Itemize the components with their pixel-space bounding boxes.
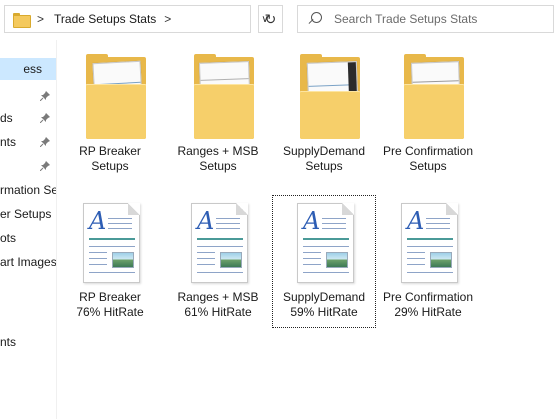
folder-icon <box>70 54 150 144</box>
pin-icon <box>40 137 50 147</box>
folder-label: Pre Confirmation <box>382 144 474 158</box>
breadcrumb-separator-icon[interactable]: > <box>37 12 44 26</box>
address-toolbar: > Trade Setups Stats > ∨ ↻ Search Trade … <box>0 0 554 40</box>
document-icon: A <box>75 200 145 290</box>
breadcrumb-chevron-icon[interactable]: > <box>164 12 171 26</box>
file-item-ranges-msb-hitrate[interactable]: A Ranges + MSB 61% HitRate <box>166 200 270 320</box>
document-icon: A <box>183 200 253 290</box>
nav-item-label: er Setups <box>0 207 52 221</box>
folder-item-rp-breaker[interactable]: RP Breaker Setups <box>58 54 162 174</box>
refresh-icon: ↻ <box>264 10 277 27</box>
folder-item-ranges-msb[interactable]: Ranges + MSB Setups <box>166 54 270 174</box>
pane-divider[interactable] <box>56 40 57 419</box>
nav-item-label: art Images <box>0 255 56 269</box>
breadcrumb-current[interactable]: Trade Setups Stats <box>54 12 156 26</box>
folder-label: Setups <box>305 159 343 173</box>
file-label: RP Breaker <box>79 290 141 304</box>
nav-item[interactable] <box>0 155 56 177</box>
folder-icon <box>284 54 364 144</box>
nav-item-label: rmation Se <box>0 183 56 197</box>
refresh-button[interactable]: ↻ <box>258 5 283 33</box>
search-box[interactable]: Search Trade Setups Stats <box>297 5 554 33</box>
folder-label: Ranges + MSB <box>177 144 259 158</box>
nav-item-label: nts <box>0 135 17 149</box>
file-item-supplydemand-hitrate[interactable]: A SupplyDemand 59% HitRate <box>272 195 376 328</box>
file-label: 61% HitRate <box>184 305 252 319</box>
nav-item[interactable]: nts <box>0 131 56 153</box>
nav-item-label: ds <box>0 111 13 125</box>
file-label: 59% HitRate <box>290 305 358 319</box>
folder-label: Setups <box>409 159 447 173</box>
file-item-rp-breaker-hitrate[interactable]: A RP Breaker 76% HitRate <box>58 200 162 320</box>
folder-item-pre-confirmation[interactable]: Pre Confirmation Setups <box>376 54 480 174</box>
file-item-pre-confirmation-hitrate[interactable]: A Pre Confirmation 29% HitRate <box>376 200 480 320</box>
folder-label: Setups <box>199 159 237 173</box>
navigation-pane: ess ds nts rmation Se er Setups ots art … <box>0 40 56 419</box>
nav-item[interactable]: art Images <box>0 251 56 273</box>
nav-item[interactable]: er Setups <box>0 203 56 225</box>
folder-item-supplydemand[interactable]: SupplyDemand Setups <box>272 54 376 174</box>
nav-item-label: ots <box>0 231 17 245</box>
nav-item[interactable]: ess <box>0 58 56 80</box>
folder-icon <box>178 54 258 144</box>
folder-label: Setups <box>91 159 129 173</box>
nav-item-label: ess <box>23 62 42 76</box>
nav-item[interactable]: ds <box>0 107 56 129</box>
folder-icon <box>13 12 31 28</box>
folder-label: SupplyDemand <box>282 144 366 158</box>
file-label: 76% HitRate <box>76 305 144 319</box>
nav-item[interactable]: nts <box>0 331 56 353</box>
file-label: 29% HitRate <box>394 305 462 319</box>
search-input[interactable]: Search Trade Setups Stats <box>334 12 477 26</box>
pin-icon <box>40 113 50 123</box>
file-label: Ranges + MSB <box>177 290 259 304</box>
address-bar[interactable]: > Trade Setups Stats > <box>4 5 251 33</box>
nav-item-label: nts <box>0 335 17 349</box>
document-icon: A <box>289 200 359 290</box>
file-label: SupplyDemand <box>282 290 366 304</box>
nav-item[interactable]: ots <box>0 227 56 249</box>
nav-item[interactable]: rmation Se <box>0 179 56 201</box>
pin-icon <box>40 161 50 171</box>
nav-item[interactable] <box>0 85 56 107</box>
folder-label: RP Breaker <box>79 144 141 158</box>
search-icon <box>308 12 322 26</box>
folder-icon <box>388 54 468 144</box>
file-label: Pre Confirmation <box>382 290 474 304</box>
pin-icon <box>40 91 50 101</box>
document-icon: A <box>393 200 463 290</box>
